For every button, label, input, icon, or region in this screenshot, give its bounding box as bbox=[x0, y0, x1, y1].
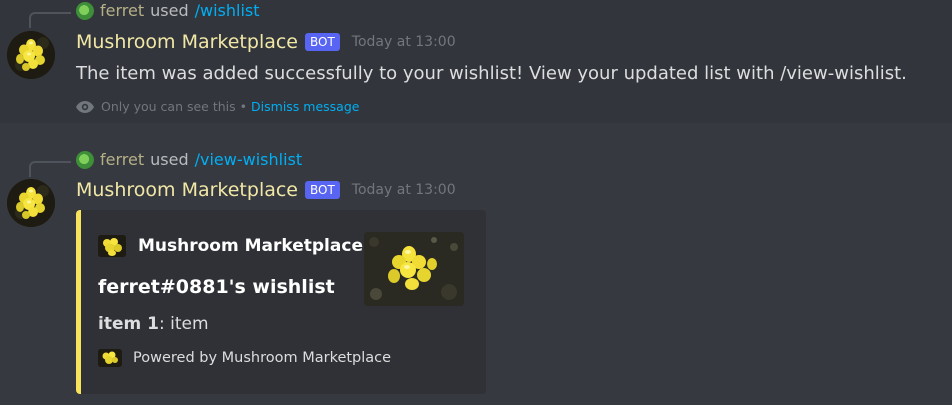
reply-connector bbox=[29, 12, 71, 28]
embed-thumbnail-image[interactable] bbox=[364, 232, 464, 306]
embed-footer-text: Powered by Mushroom Marketplace bbox=[133, 350, 392, 366]
reply-username[interactable]: ferret bbox=[100, 1, 144, 20]
user-avatar-icon[interactable] bbox=[76, 1, 94, 20]
embed-footer-icon bbox=[98, 349, 122, 367]
reply-command[interactable]: /wishlist bbox=[195, 1, 260, 20]
reply-command[interactable]: /view-wishlist bbox=[195, 150, 303, 169]
message-1: ferret used /wishlist Mushroom Marketpla… bbox=[0, 0, 952, 123]
wishlist-embed: Mushroom Marketplace ferret#0881's wishl… bbox=[76, 210, 486, 394]
timestamp[interactable]: Today at 13:00 bbox=[352, 182, 456, 198]
reply-used-text: used bbox=[150, 1, 189, 20]
separator-dot: • bbox=[239, 99, 248, 114]
field-name: item 1 bbox=[98, 314, 159, 334]
ephemeral-text: Only you can see this bbox=[101, 99, 236, 114]
embed-footer: Powered by Mushroom Marketplace bbox=[98, 349, 391, 367]
reply-username[interactable]: ferret bbox=[100, 150, 144, 169]
embed-field: item 1: item bbox=[98, 314, 209, 334]
embed-author-name: Mushroom Marketplace bbox=[138, 236, 363, 256]
dismiss-message-link[interactable]: Dismiss message bbox=[251, 99, 359, 114]
field-value: item bbox=[164, 314, 209, 334]
bot-badge: BOT bbox=[305, 33, 340, 51]
command-reply[interactable]: ferret used /wishlist bbox=[76, 1, 260, 20]
mushroom-avatar-icon[interactable] bbox=[7, 179, 55, 227]
timestamp[interactable]: Today at 13:00 bbox=[352, 34, 456, 50]
reply-used-text: used bbox=[150, 150, 189, 169]
message-2: ferret used /view-wishlist Mushroom Mark… bbox=[0, 123, 952, 405]
message-header: Mushroom Marketplace BOT Today at 13:00 bbox=[76, 31, 456, 53]
embed-author-icon bbox=[98, 235, 126, 257]
bot-badge: BOT bbox=[305, 181, 340, 199]
message-content: The item was added successfully to your … bbox=[76, 63, 907, 84]
message-header: Mushroom Marketplace BOT Today at 13:00 bbox=[76, 179, 456, 201]
author-name[interactable]: Mushroom Marketplace bbox=[76, 31, 298, 53]
embed-author: Mushroom Marketplace bbox=[98, 235, 363, 257]
ephemeral-notice: Only you can see this • Dismiss message bbox=[76, 99, 359, 114]
author-name[interactable]: Mushroom Marketplace bbox=[76, 179, 298, 201]
command-reply[interactable]: ferret used /view-wishlist bbox=[76, 150, 302, 169]
reply-connector bbox=[29, 161, 71, 177]
embed-title: ferret#0881's wishlist bbox=[98, 276, 335, 298]
user-avatar-icon[interactable] bbox=[76, 150, 94, 169]
eye-icon bbox=[76, 100, 94, 113]
mushroom-avatar-icon[interactable] bbox=[7, 31, 55, 79]
